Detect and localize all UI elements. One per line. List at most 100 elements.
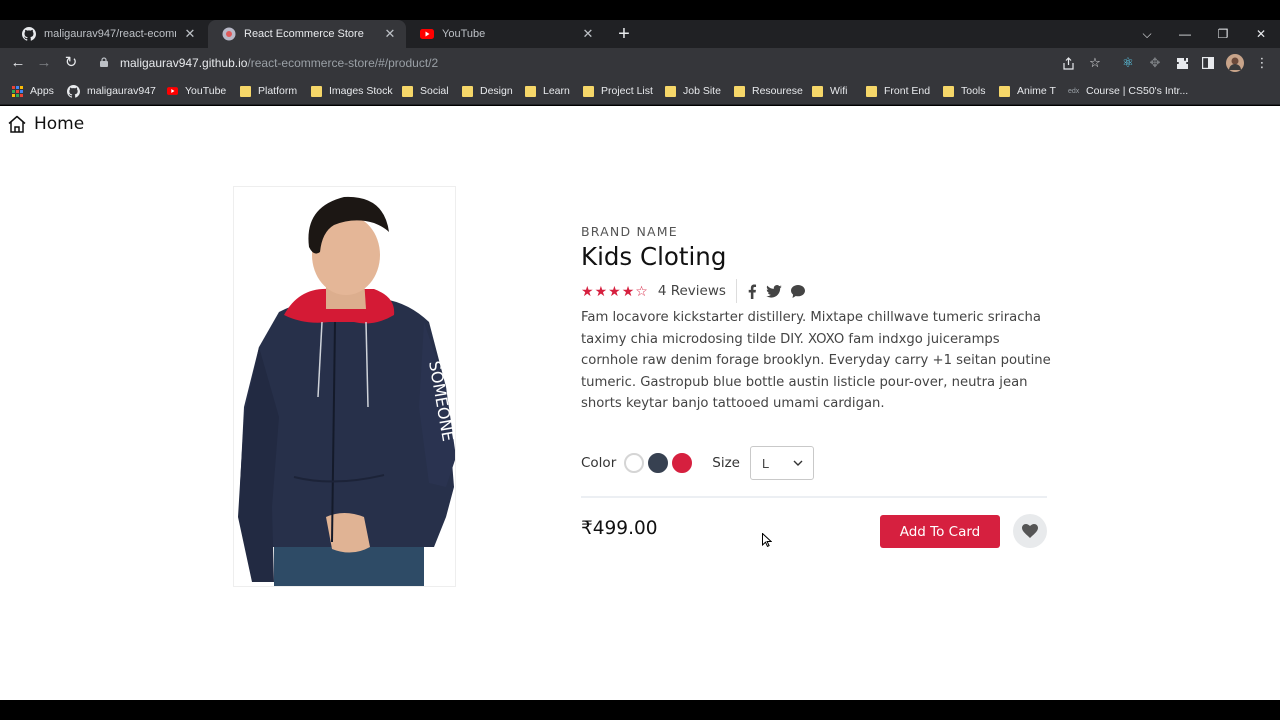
url-path: /react-ecommerce-store/#/product/2: [247, 56, 439, 70]
folder-icon: [583, 85, 594, 97]
star-filled-icon: ★: [608, 283, 621, 299]
add-to-cart-button[interactable]: Add To Card: [880, 515, 1000, 548]
reload-icon[interactable]: ↻: [60, 53, 82, 73]
folder-icon: [525, 85, 536, 97]
github-icon: [67, 84, 80, 98]
bookmark-folder-images-stock[interactable]: Images Stock: [311, 83, 393, 99]
heart-icon: [1022, 524, 1038, 538]
bookmark-folder-front-end[interactable]: Front End: [866, 83, 930, 99]
bookmark-apps[interactable]: Apps: [12, 83, 54, 99]
tab-react-store[interactable]: React Ecommerce Store ✕: [208, 20, 406, 48]
tab-title: React Ecommerce Store: [244, 28, 364, 40]
puzzle-extensions-icon[interactable]: [1173, 54, 1191, 72]
bookmark-folder-design[interactable]: Design: [462, 83, 513, 99]
folder-icon: [812, 85, 823, 97]
facebook-icon[interactable]: [747, 283, 757, 299]
side-panel-icon[interactable]: [1199, 54, 1217, 72]
bookmark-label: Job Site: [683, 85, 721, 97]
bookmark-label: Resourese: [752, 85, 803, 97]
bottom-black-bar: [0, 700, 1280, 720]
star-rating: ★ ★ ★ ★ ☆: [581, 284, 649, 298]
brand-name: BRAND NAME: [581, 224, 678, 239]
new-tab-button[interactable]: +: [612, 22, 636, 46]
bookmark-folder-job-site[interactable]: Job Site: [665, 83, 721, 99]
close-icon[interactable]: ✕: [580, 26, 596, 42]
home-link[interactable]: Home: [7, 114, 84, 134]
color-swatch-slate[interactable]: [648, 453, 669, 473]
bookmark-folder-anime[interactable]: Anime T: [999, 83, 1056, 99]
folder-icon: [462, 85, 473, 97]
share-icon[interactable]: [1059, 54, 1077, 72]
home-icon: [8, 115, 26, 133]
folder-icon: [999, 85, 1010, 97]
bookmark-label: Course | CS50's Intr...: [1086, 85, 1189, 97]
star-filled-icon: ★: [594, 283, 608, 299]
tab-github[interactable]: maligaurav947/react-ecommerce ✕: [8, 20, 206, 48]
color-swatch-red[interactable]: [672, 453, 693, 473]
size-label: Size: [712, 455, 740, 471]
folder-icon: [866, 85, 877, 97]
product-options: Color Size L: [581, 446, 814, 480]
bookmark-label: YouTube: [185, 85, 227, 97]
close-icon[interactable]: ✕: [182, 26, 198, 42]
address-bar[interactable]: maligaurav947.github.io/react-ecommerce-…: [92, 52, 1092, 74]
folder-icon: [665, 85, 676, 97]
minimize-button[interactable]: —: [1166, 20, 1204, 48]
folder-icon: [402, 85, 413, 97]
bookmark-folder-project-list[interactable]: Project List: [583, 83, 653, 99]
twitter-icon[interactable]: [766, 284, 782, 298]
star-empty-icon: ☆: [635, 283, 648, 299]
size-value: L: [761, 455, 770, 471]
apps-grid-icon: [12, 85, 23, 97]
rating-divider: [735, 279, 737, 303]
back-arrow-icon[interactable]: ←: [7, 53, 29, 73]
product-price: ₹499.00: [581, 518, 658, 539]
bookmark-folder-tools[interactable]: Tools: [943, 83, 986, 99]
product-page: Home SOMEONE BRAND NAME Kids Cloting ★ ★…: [0, 106, 1280, 700]
bookmark-label: Images Stock: [329, 85, 393, 97]
folder-icon: [734, 85, 745, 97]
bookmark-cs50-course[interactable]: edx Course | CS50's Intr...: [1068, 83, 1188, 99]
color-swatch-white[interactable]: [624, 453, 645, 473]
chevron-down-icon: [793, 458, 803, 468]
github-icon: [22, 27, 36, 41]
tab-youtube[interactable]: YouTube ✕: [406, 20, 604, 48]
folder-icon: [943, 85, 954, 97]
bookmark-folder-resourese[interactable]: Resourese: [734, 83, 803, 99]
kebab-menu-icon[interactable]: ⋮: [1253, 54, 1271, 72]
window-top-strip: [0, 0, 1280, 20]
bookmark-folder-social[interactable]: Social: [402, 83, 449, 99]
close-window-button[interactable]: ✕: [1242, 20, 1280, 48]
bookmark-folder-platform[interactable]: Platform: [240, 83, 297, 99]
tab-search-chevron-icon[interactable]: ⌵: [1128, 20, 1166, 48]
extension-grid-icon[interactable]: ✥: [1146, 54, 1164, 72]
edx-icon: edx: [1068, 87, 1080, 95]
forward-arrow-icon[interactable]: →: [33, 53, 55, 73]
bookmark-github[interactable]: maligaurav947: [67, 83, 156, 99]
url-host: maligaurav947.github.io: [120, 56, 248, 70]
size-select[interactable]: L: [749, 446, 814, 480]
section-divider: [581, 496, 1047, 498]
color-label: Color: [581, 455, 617, 471]
close-icon[interactable]: ✕: [382, 26, 398, 42]
bookmark-folder-learn[interactable]: Learn: [525, 83, 570, 99]
star-bookmark-icon[interactable]: ☆: [1086, 54, 1104, 72]
bookmark-label: Platform: [258, 85, 298, 97]
bookmark-folder-wifi[interactable]: Wifi: [812, 83, 848, 99]
bookmark-label: Front End: [884, 85, 931, 97]
product-description: Fam locavore kickstarter distillery. Mix…: [581, 310, 1051, 412]
bookmark-label: Social: [420, 85, 449, 97]
tab-title: YouTube: [442, 28, 486, 40]
reviews-count: 4 Reviews: [657, 283, 726, 299]
star-filled-icon: ★: [581, 283, 594, 299]
product-title: Kids Cloting: [581, 242, 727, 271]
wishlist-button[interactable]: [1013, 514, 1047, 548]
tab-title: maligaurav947/react-ecommerce: [44, 28, 176, 40]
profile-avatar[interactable]: [1225, 53, 1245, 73]
restore-button[interactable]: ❐: [1204, 20, 1242, 48]
chat-bubble-icon[interactable]: [790, 284, 805, 298]
social-share: [747, 283, 814, 299]
react-devtools-icon[interactable]: ⚛: [1119, 54, 1137, 72]
bookmark-youtube[interactable]: YouTube: [167, 83, 226, 99]
folder-icon: [240, 85, 251, 97]
